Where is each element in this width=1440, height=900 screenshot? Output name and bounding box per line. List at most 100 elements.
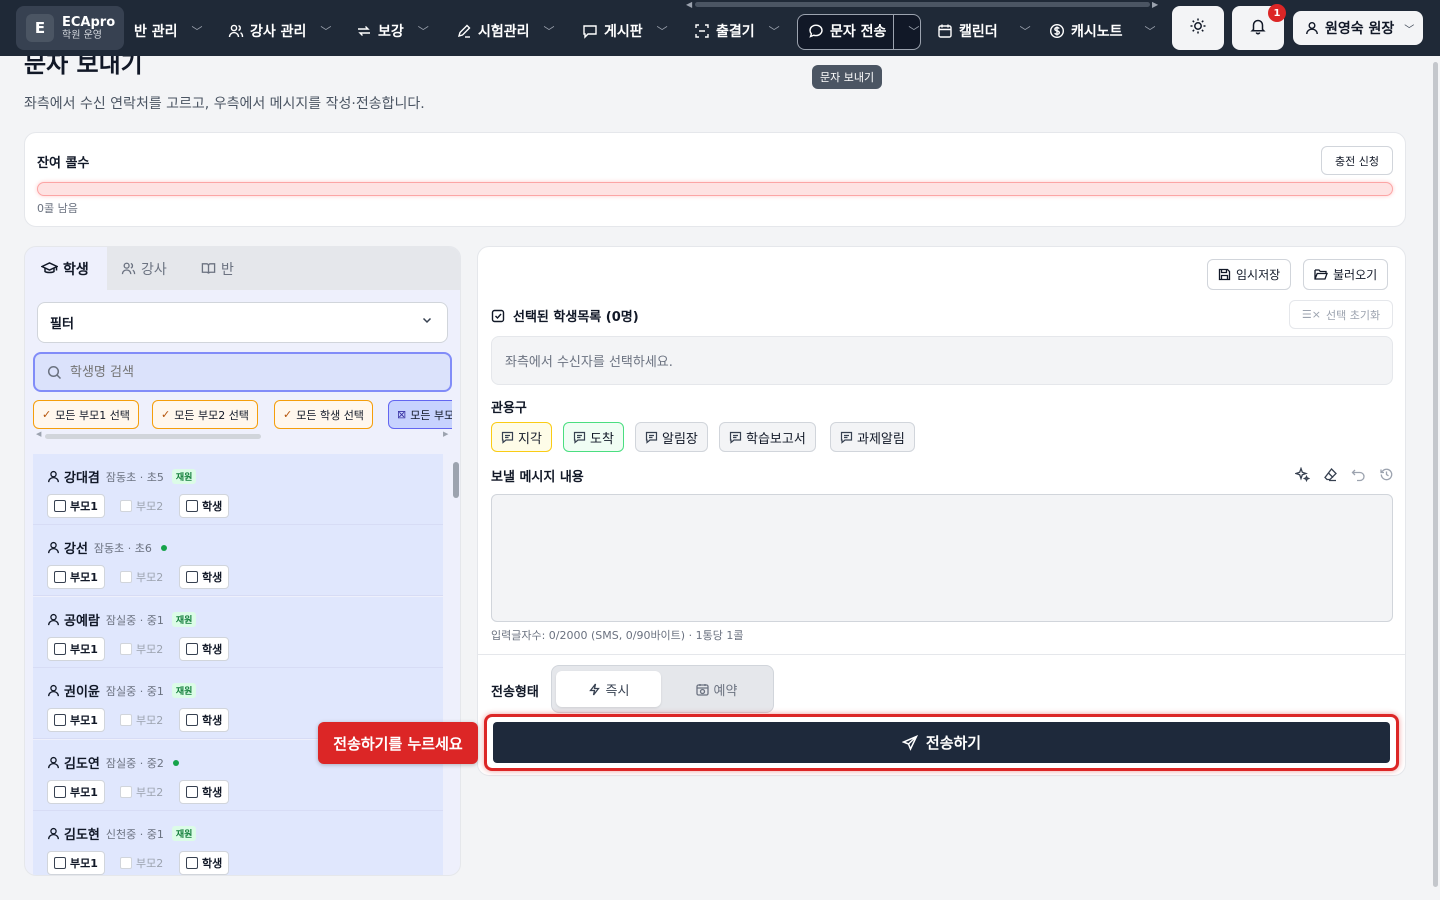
message-label: 보낼 메시지 내용	[491, 470, 584, 485]
bell-icon	[1249, 17, 1267, 39]
phrase-button[interactable]: 알림장	[635, 422, 708, 452]
parent1-checkbox[interactable]: 부모1	[47, 851, 105, 875]
parent1-checkbox[interactable]: 부모1	[47, 565, 105, 589]
brand[interactable]: E ECApro 학원 운영	[16, 6, 124, 50]
parent1-checkbox[interactable]: 부모1	[47, 708, 105, 732]
student-name: 김도현	[64, 828, 100, 843]
charge-request-button[interactable]: 충전 신청	[1321, 146, 1393, 175]
checkbox-icon	[120, 500, 132, 512]
chevron-down-icon: ﹀	[1404, 24, 1415, 36]
student-row: 공예람 잠실중 · 중1 재원 부모1 부모2 학생	[33, 597, 443, 668]
nav-scroll-left-icon[interactable]: ◀	[686, 0, 692, 9]
nav-item-cashnote[interactable]: 캐시노트 ﹀	[1049, 14, 1156, 48]
selected-list-title: 선택된 학생목록 (0명)	[491, 306, 639, 325]
clear-all-parents-button[interactable]: ⊠ 모든 부모	[388, 400, 452, 429]
page-scrollbar[interactable]	[1432, 56, 1440, 900]
repeat-icon	[356, 23, 372, 39]
nav-scroll-right-icon[interactable]: ▶	[1152, 0, 1158, 9]
message-square-icon	[501, 431, 514, 444]
graduation-cap-icon	[41, 260, 58, 277]
sparkles-icon[interactable]	[1288, 467, 1316, 482]
nav-tooltip: 문자 보내기	[812, 65, 883, 89]
student-search-input[interactable]	[70, 364, 430, 380]
checkbox-icon	[54, 500, 66, 512]
student-checkbox[interactable]: 학생	[179, 637, 230, 661]
load-button[interactable]: 불러오기	[1303, 259, 1389, 290]
nav-item-makeup[interactable]: 보강 ﹀	[356, 14, 429, 48]
student-list-scrollbar[interactable]	[453, 459, 459, 875]
checkbox-icon	[186, 571, 198, 583]
credits-label: 잔여 콜수	[37, 156, 90, 171]
theme-toggle-button[interactable]	[1172, 6, 1224, 50]
parent1-checkbox[interactable]: 부모1	[47, 780, 105, 804]
checkbox-icon	[186, 857, 198, 869]
student-checkbox[interactable]: 학생	[179, 565, 230, 589]
folder-open-icon	[1314, 268, 1328, 281]
recipient-tabs: 학생 강사 반	[25, 247, 460, 290]
calendar-icon	[937, 23, 953, 39]
nav-scrollbar[interactable]	[695, 2, 1150, 7]
student-checkbox[interactable]: 학생	[179, 851, 230, 875]
tab-students[interactable]: 학생	[25, 247, 107, 290]
student-checkbox[interactable]: 학생	[179, 708, 230, 732]
history-icon[interactable]	[1372, 467, 1400, 482]
message-textarea[interactable]	[491, 494, 1393, 622]
user-icon	[47, 613, 60, 626]
quick-select-scrollbar[interactable]	[45, 434, 261, 439]
phrase-button[interactable]: 학습보고서	[719, 422, 816, 452]
checkbox-icon	[186, 786, 198, 798]
nav-item-teacher-management[interactable]: 강사 관리 ﹀	[228, 14, 331, 48]
scroll-right-icon[interactable]: ▶	[443, 430, 448, 438]
student-name: 김도연	[64, 757, 100, 772]
send-mode-scheduled[interactable]: 예약	[664, 671, 769, 707]
student-meta: 잠동초 · 초5	[105, 470, 164, 484]
undo-icon[interactable]	[1344, 467, 1372, 482]
student-meta: 잠동초 · 초6	[93, 541, 152, 555]
filter-dropdown[interactable]: 필터	[37, 302, 448, 343]
message-square-icon	[645, 431, 658, 444]
message-square-icon	[573, 431, 586, 444]
phrase-button[interactable]: 지각	[491, 422, 552, 452]
notification-badge: 1	[1268, 4, 1286, 22]
user-menu-button[interactable]: 원영숙 원장 ﹀	[1293, 11, 1423, 45]
lightning-icon	[588, 683, 601, 696]
nav-item-sms[interactable]: 문자 전송 ﹀	[808, 14, 919, 48]
parent1-checkbox[interactable]: 부모1	[47, 637, 105, 661]
select-all-parent2-button[interactable]: ✓ 모든 부모2 선택	[152, 400, 258, 429]
student-name: 권이윤	[64, 685, 100, 700]
users-icon	[228, 23, 244, 39]
nav-item-attendance[interactable]: 출결기 ﹀	[694, 14, 780, 48]
send-mode-instant[interactable]: 즉시	[556, 671, 661, 707]
nav-item-exam-management[interactable]: 시험관리 ﹀	[456, 14, 555, 48]
checkbox-icon	[491, 309, 505, 323]
tab-classes[interactable]: 반	[201, 247, 261, 290]
save-draft-button[interactable]: 임시저장	[1207, 259, 1292, 290]
checkbox-icon	[186, 643, 198, 655]
student-checkbox[interactable]: 학생	[179, 494, 230, 518]
student-search[interactable]	[33, 352, 452, 392]
phrase-button[interactable]: 도착	[563, 422, 624, 452]
parent2-checkbox: 부모2	[113, 494, 170, 518]
send-mode-toggle: 즉시 예약	[551, 665, 774, 713]
phrase-button[interactable]: 과제알림	[830, 422, 915, 452]
parent1-checkbox[interactable]: 부모1	[47, 494, 105, 518]
nav-item-class-management[interactable]: 반 관리 ﹀	[126, 14, 203, 48]
reset-selection-button[interactable]: ☰× 선택 초기화	[1289, 300, 1393, 329]
chevron-down-icon[interactable]: ﹀	[908, 23, 919, 39]
brand-subtitle: 학원 운영	[62, 29, 102, 41]
parent2-checkbox: 부모2	[113, 565, 170, 589]
tab-teachers[interactable]: 강사	[121, 247, 191, 290]
send-icon	[901, 734, 918, 751]
chevron-down-icon: ﹀	[768, 25, 780, 38]
credits-card: 잔여 콜수 충전 신청 0콜 남음	[24, 132, 1406, 227]
clear-list-icon: ☰×	[1301, 308, 1321, 321]
scan-icon	[694, 23, 710, 39]
nav-item-calendar[interactable]: 캘린더 ﹀	[937, 14, 1031, 48]
nav-item-board[interactable]: 게시판 ﹀	[582, 14, 668, 48]
select-all-students-button[interactable]: ✓ 모든 학생 선택	[274, 400, 373, 429]
send-button[interactable]: 전송하기	[493, 722, 1390, 763]
eraser-icon[interactable]	[1316, 467, 1344, 482]
select-all-parent1-button[interactable]: ✓ 모든 부모1 선택	[33, 400, 139, 429]
student-checkbox[interactable]: 학생	[179, 780, 230, 804]
scroll-left-icon[interactable]: ◀	[36, 430, 41, 438]
